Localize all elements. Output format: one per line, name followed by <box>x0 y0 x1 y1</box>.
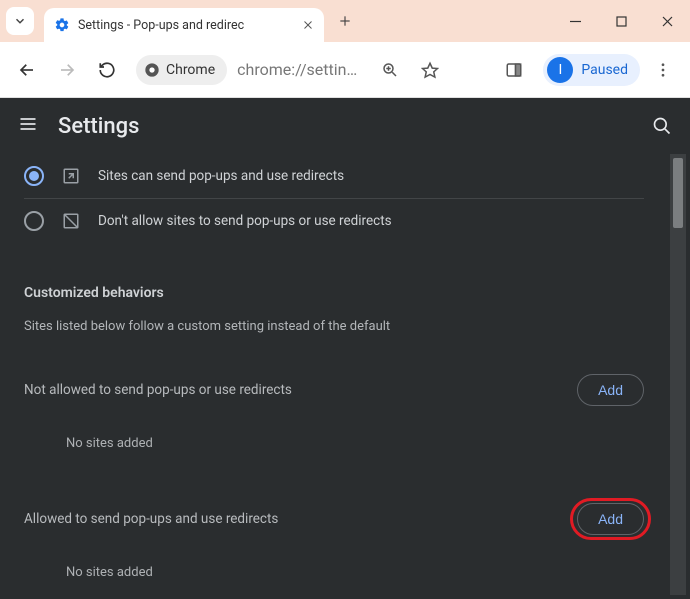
page-title: Settings <box>58 114 139 139</box>
radio-allow-label: Sites can send pop-ups and use redirects <box>98 168 344 184</box>
side-panel-icon[interactable] <box>497 53 531 87</box>
tab-bar: Settings - Pop-ups and redirec <box>0 0 690 42</box>
forward-button[interactable] <box>50 53 84 87</box>
radio-block-popups[interactable]: Don't allow sites to send pop-ups or use… <box>24 198 644 243</box>
tab-search-dropdown[interactable] <box>6 7 34 35</box>
popup-blocked-icon <box>62 212 80 230</box>
profile-paused-chip[interactable]: I Paused <box>543 54 640 86</box>
add-not-allowed-button[interactable]: Add <box>577 374 644 406</box>
allowed-section: Allowed to send pop-ups and use redirect… <box>24 503 644 535</box>
vertical-scrollbar[interactable] <box>670 154 686 595</box>
window-controls <box>552 0 690 42</box>
popup-open-icon <box>62 167 80 185</box>
settings-page: Settings Sites can send pop-ups and use … <box>0 98 690 599</box>
paused-label: Paused <box>581 62 628 78</box>
add-allowed-button[interactable]: Add <box>577 503 644 535</box>
radio-button-selected <box>24 166 44 186</box>
scrollbar-thumb[interactable] <box>673 158 683 228</box>
back-button[interactable] <box>10 53 44 87</box>
settings-body: Sites can send pop-ups and use redirects… <box>0 154 668 599</box>
address-bar[interactable]: Chrome chrome://settin… <box>136 55 357 85</box>
chrome-chip-label: Chrome <box>166 62 215 78</box>
chrome-url-chip: Chrome <box>136 55 227 85</box>
customized-behaviors-sub: Sites listed below follow a custom setti… <box>24 319 644 334</box>
settings-header: Settings <box>0 98 690 154</box>
reload-button[interactable] <box>90 53 124 87</box>
radio-block-label: Don't allow sites to send pop-ups or use… <box>98 213 392 229</box>
allowed-label: Allowed to send pop-ups and use redirect… <box>24 511 278 527</box>
close-window-button[interactable] <box>644 0 690 42</box>
browser-toolbar: Chrome chrome://settin… I Paused <box>0 42 690 98</box>
not-allowed-label: Not allowed to send pop-ups or use redir… <box>24 382 292 398</box>
maximize-button[interactable] <box>598 0 644 42</box>
menu-icon[interactable] <box>18 114 38 138</box>
tab-title: Settings - Pop-ups and redirec <box>78 18 294 33</box>
gear-icon <box>54 17 70 33</box>
chrome-logo-icon <box>144 62 160 78</box>
kebab-menu-icon[interactable] <box>646 53 680 87</box>
zoom-icon[interactable] <box>373 53 407 87</box>
not-allowed-empty: No sites added <box>66 436 644 451</box>
allowed-empty: No sites added <box>66 565 644 580</box>
radio-button <box>24 211 44 231</box>
search-icon[interactable] <box>652 116 672 136</box>
radio-allow-popups[interactable]: Sites can send pop-ups and use redirects <box>24 154 644 198</box>
close-tab-button[interactable] <box>302 19 314 31</box>
minimize-button[interactable] <box>552 0 598 42</box>
url-text: chrome://settin… <box>237 60 357 79</box>
browser-tab[interactable]: Settings - Pop-ups and redirec <box>44 8 324 42</box>
bookmark-icon[interactable] <box>413 53 447 87</box>
avatar: I <box>547 57 573 83</box>
customized-behaviors-heading: Customized behaviors <box>24 285 644 301</box>
new-tab-button[interactable] <box>338 14 352 28</box>
not-allowed-section: Not allowed to send pop-ups or use redir… <box>24 374 644 406</box>
